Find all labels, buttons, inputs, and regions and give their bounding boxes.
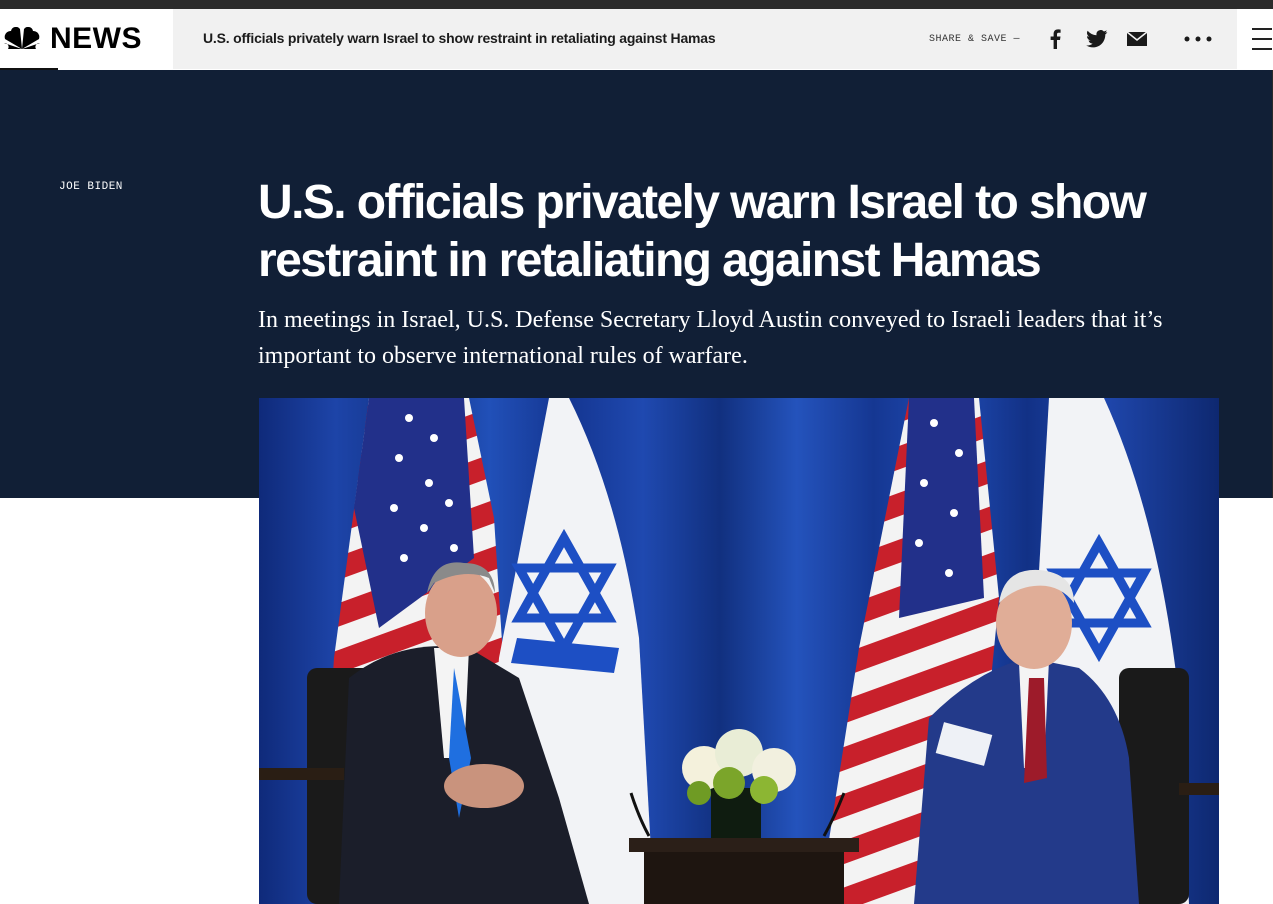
article-eyebrow[interactable]: JOE BIDEN xyxy=(59,181,123,193)
brand-name: NEWS xyxy=(50,22,142,55)
browser-top-strip xyxy=(0,0,1273,9)
facebook-icon xyxy=(1050,29,1061,49)
email-share-button[interactable] xyxy=(1125,27,1149,51)
peacock-logo-icon xyxy=(4,27,40,49)
meeting-photo-illustration xyxy=(259,398,1219,904)
facebook-share-button[interactable] xyxy=(1043,27,1067,51)
more-options-button[interactable] xyxy=(1183,27,1213,51)
more-icon xyxy=(1184,36,1212,42)
email-icon xyxy=(1127,32,1147,46)
share-save-label[interactable]: SHARE & SAVE — xyxy=(929,34,1020,45)
site-header: NEWS U.S. officials privately warn Israe… xyxy=(0,9,1273,70)
nbc-news-logo[interactable]: NEWS xyxy=(0,9,173,70)
article-dek: In meetings in Israel, U.S. Defense Secr… xyxy=(258,307,1163,369)
twitter-icon xyxy=(1086,30,1108,48)
article-headline: U.S. officials privately warn Israel to … xyxy=(258,176,1147,287)
header-article-title: U.S. officials privately warn Israel to … xyxy=(203,30,716,46)
hamburger-menu-button[interactable] xyxy=(1237,9,1273,69)
article-lead-photo xyxy=(259,398,1219,904)
header-title-strip: U.S. officials privately warn Israel to … xyxy=(173,9,1237,69)
twitter-share-button[interactable] xyxy=(1085,27,1109,51)
menu-icon xyxy=(1252,28,1272,30)
